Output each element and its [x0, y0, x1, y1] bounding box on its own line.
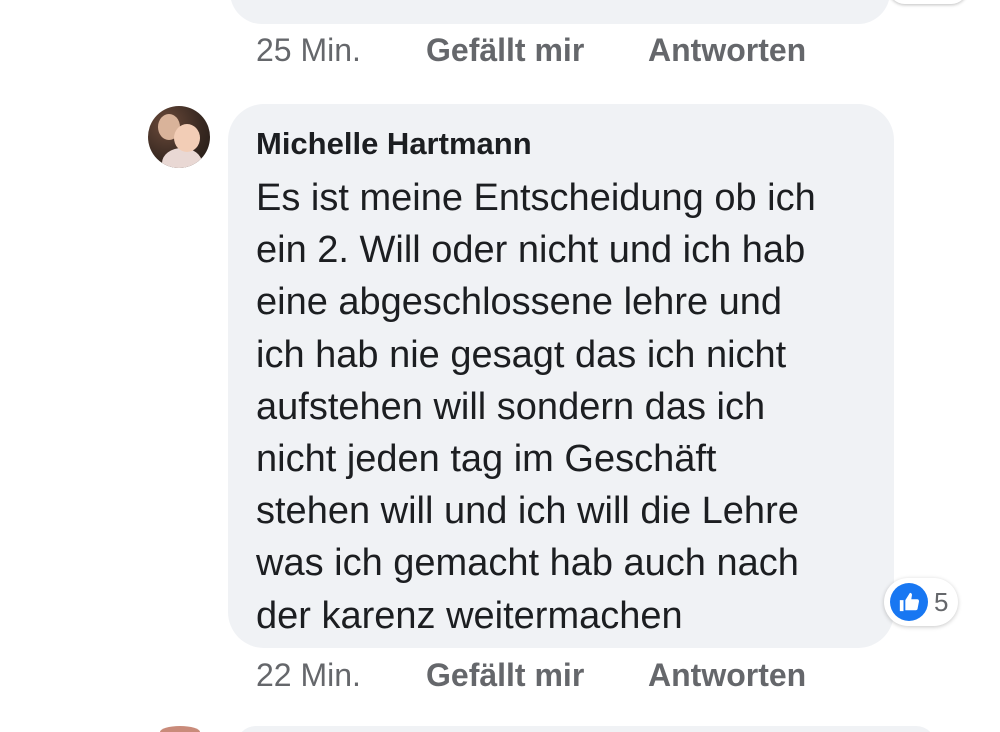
comment-text-line: was ich gemacht hab auch nach [256, 542, 799, 585]
comment-text-line: ich hab nie gesagt das ich nicht [256, 333, 787, 376]
comment-bubble: Michelle Hartmann Es ist meine Entscheid… [228, 104, 894, 648]
previous-comment-timestamp: 25 Min. [256, 32, 361, 68]
comment-text-line: nicht jeden tag im Geschäft [256, 438, 717, 481]
reaction-summary[interactable]: 5 [884, 578, 959, 626]
previous-reply-link[interactable]: Antworten [648, 32, 806, 69]
comment-thread: 25 Min. Gefällt mir Antworten Michelle H… [0, 0, 1000, 732]
avatar[interactable] [148, 106, 210, 168]
comment-text-line: eine abgeschlossene lehre und [256, 281, 783, 324]
comment-timestamp: 22 Min. [256, 657, 361, 693]
reaction-count: 5 [934, 586, 949, 617]
comment-text-line: ein 2. Will oder nicht und ich hab [256, 229, 806, 272]
reply-link[interactable]: Antworten [648, 657, 806, 694]
previous-comment-text-remnant [258, 0, 378, 4]
previous-like-link[interactable]: Gefällt mir [426, 32, 648, 69]
previous-comment-bubble [230, 0, 890, 24]
comment-text-line: der karenz weitermachen [256, 594, 683, 637]
previous-reaction-pill[interactable] [888, 0, 968, 4]
avatar-baby-face [174, 124, 200, 152]
thumbs-up-icon [890, 583, 928, 621]
comment-author[interactable]: Michelle Hartmann [256, 126, 532, 162]
comment-text: Es ist meine Entscheidung ob ich ein 2. … [256, 172, 876, 642]
previous-comment-actions: 25 Min. Gefällt mir Antworten [256, 32, 806, 69]
comment-text-line: aufstehen will sondern das ich [256, 385, 766, 428]
comment-actions: 22 Min. Gefällt mir Antworten [256, 657, 806, 694]
next-comment-avatar[interactable] [160, 726, 200, 732]
comment-text-line: Es ist meine Entscheidung ob ich [256, 177, 816, 219]
next-comment-bubble [236, 726, 936, 732]
like-link[interactable]: Gefällt mir [426, 657, 648, 694]
comment-text-line: stehen will und ich will die Lehre [256, 490, 799, 533]
